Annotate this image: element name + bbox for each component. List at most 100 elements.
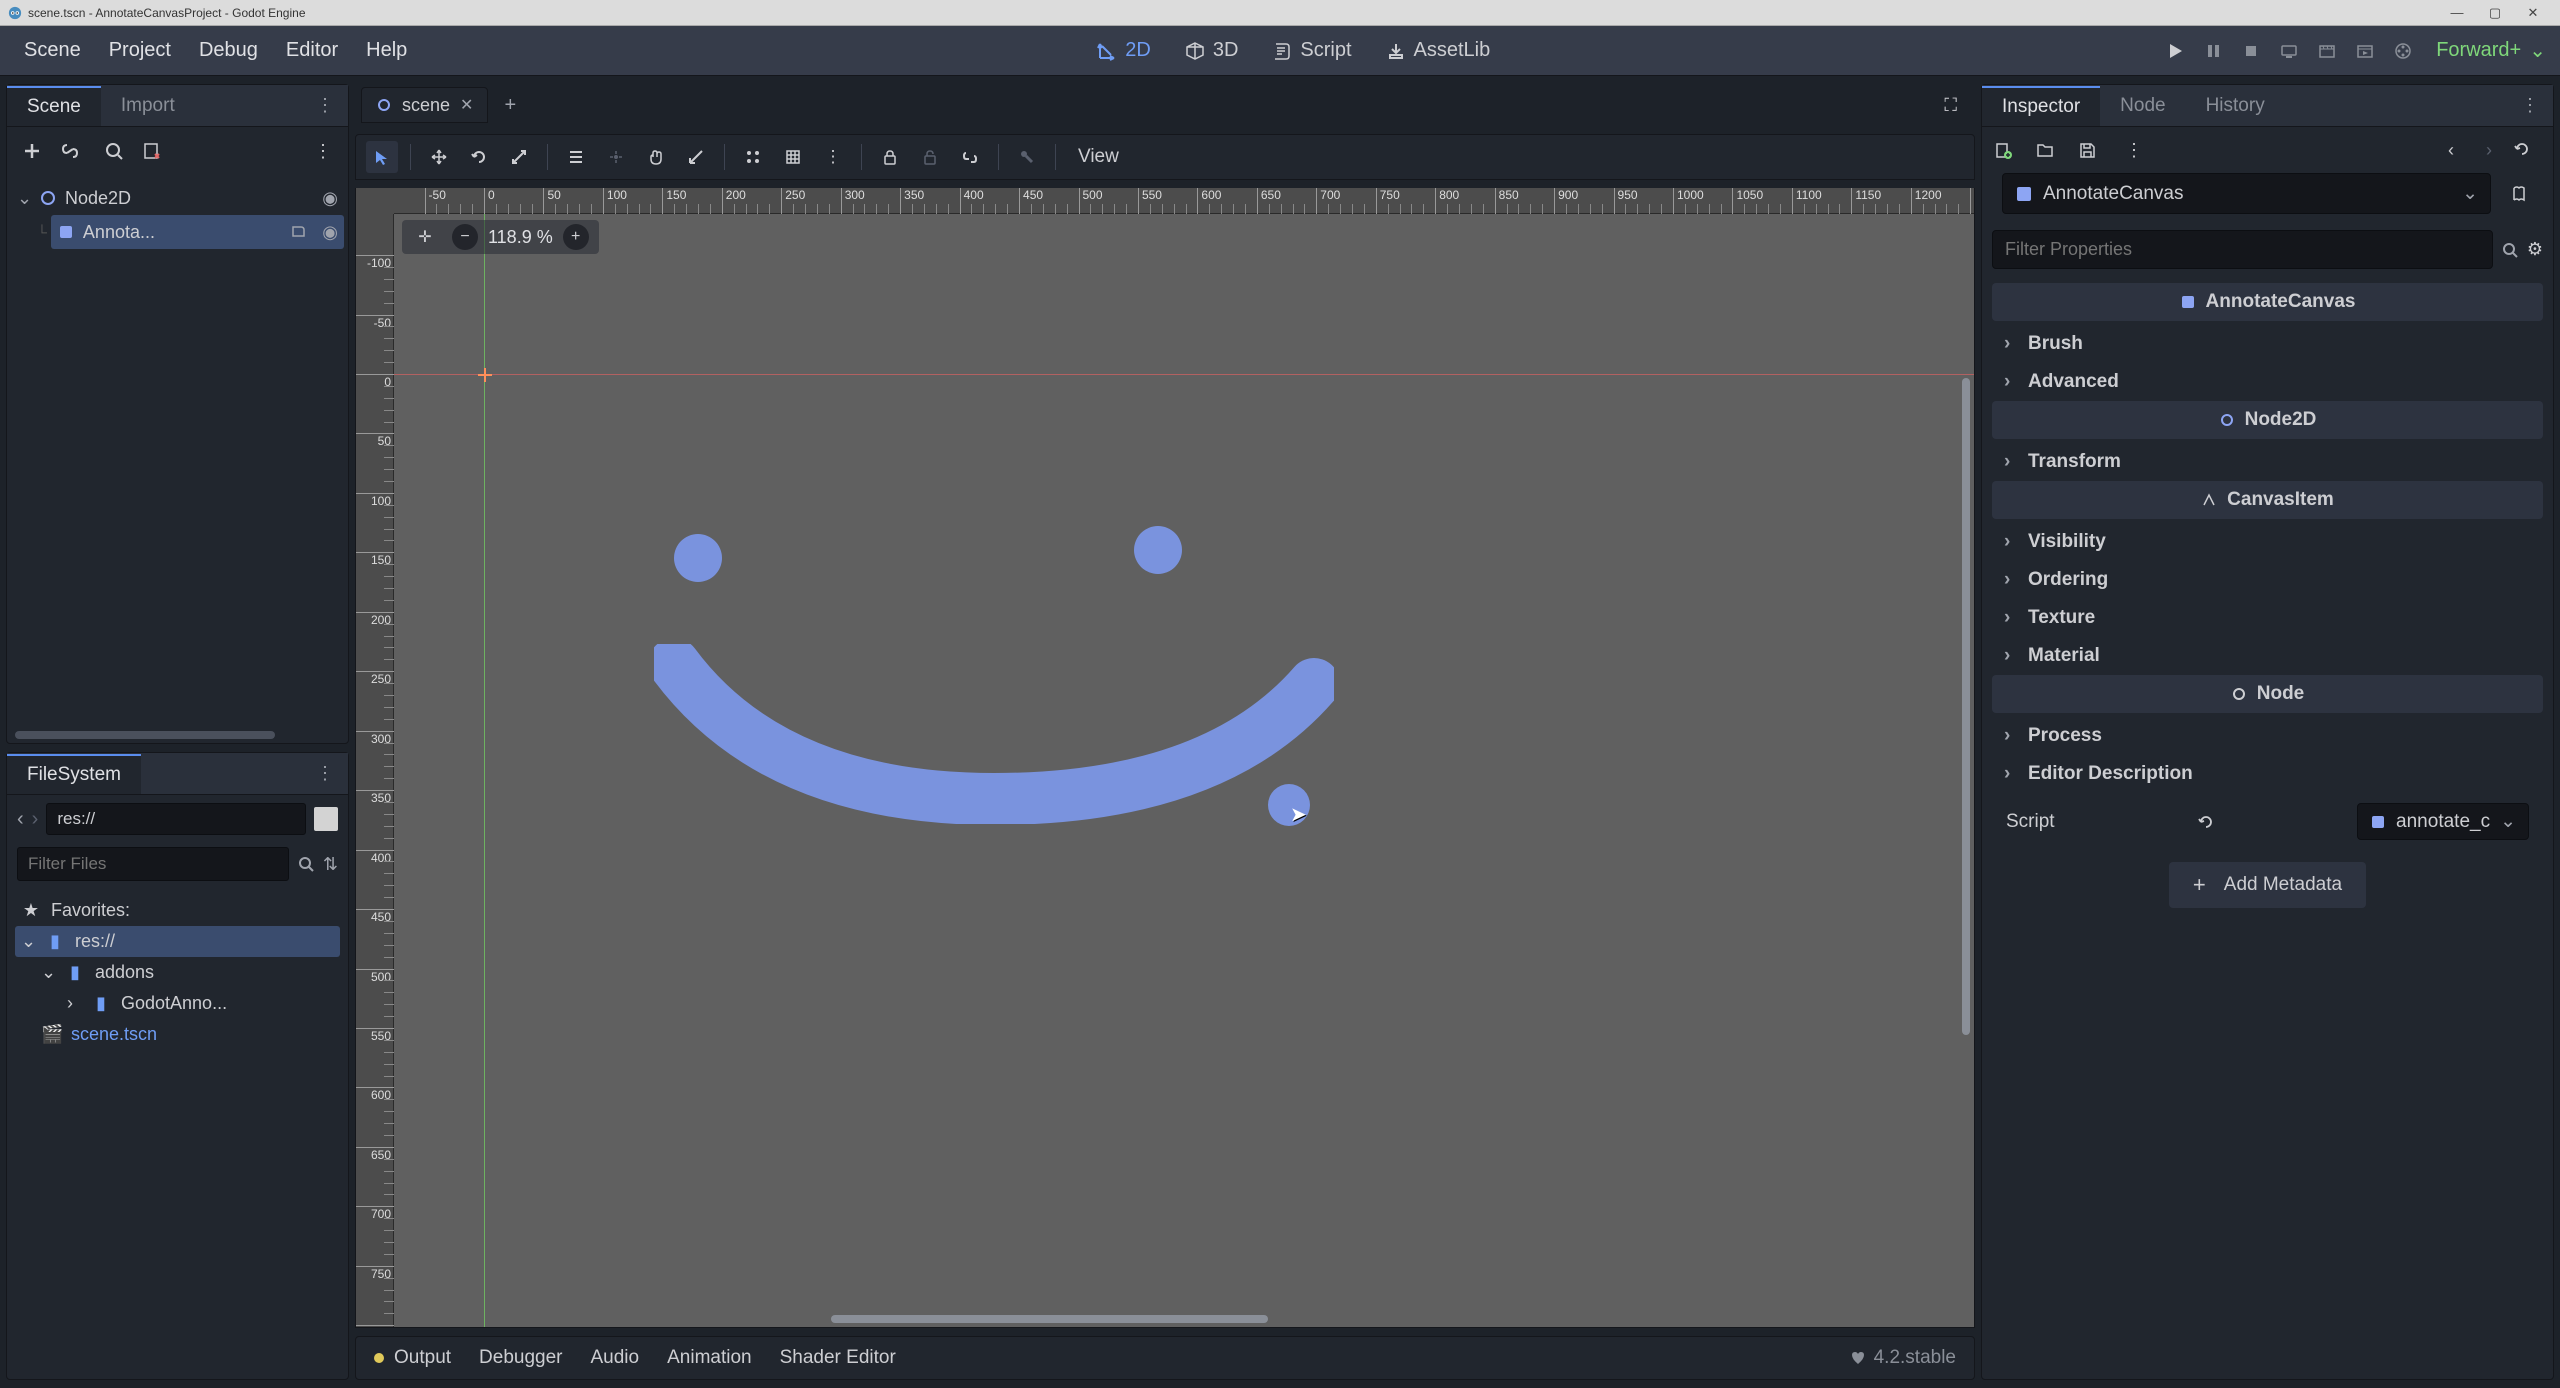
mode-assetlib-button[interactable]: AssetLib xyxy=(1378,35,1499,66)
scene-panel-kebab[interactable]: ⋮ xyxy=(308,136,338,166)
rotate-tool-button[interactable] xyxy=(463,141,495,173)
new-resource-button[interactable] xyxy=(1994,141,2022,159)
fs-favorites-header[interactable]: ★ Favorites: xyxy=(15,895,340,926)
close-tab-icon[interactable]: ✕ xyxy=(460,95,473,115)
view-menu-button[interactable]: View xyxy=(1068,146,1129,168)
scene-panel-menu[interactable]: ⋮ xyxy=(302,89,348,122)
list-select-button[interactable] xyxy=(560,141,592,173)
canvas-vscrollbar[interactable] xyxy=(1960,214,1972,1309)
scene-tree-scrollbar[interactable] xyxy=(15,731,275,739)
add-metadata-button[interactable]: + Add Metadata xyxy=(2169,862,2366,908)
inspector-object-selector[interactable]: AnnotateCanvas ⌄ xyxy=(2002,173,2491,214)
menu-scene[interactable]: Scene xyxy=(10,33,95,68)
history-tab[interactable]: History xyxy=(2186,87,2285,125)
menu-project[interactable]: Project xyxy=(95,33,185,68)
canvas-hscrollbar[interactable] xyxy=(394,1313,1954,1325)
script-attached-icon[interactable] xyxy=(290,224,306,240)
section-node2d[interactable]: Node2D xyxy=(1992,401,2543,439)
grid-snap-button[interactable] xyxy=(777,141,809,173)
play-button[interactable] xyxy=(2166,42,2190,60)
section-node[interactable]: Node xyxy=(1992,675,2543,713)
fs-path-field[interactable]: res:// xyxy=(46,803,306,835)
lock-button[interactable] xyxy=(874,141,906,173)
unlock-button[interactable] xyxy=(914,141,946,173)
renderer-dropdown[interactable]: Forward+ ⌄ xyxy=(2436,38,2550,63)
script-reset-button[interactable] xyxy=(2198,814,2214,830)
output-tab[interactable]: Output xyxy=(394,1347,451,1369)
tree-root-node[interactable]: ⌄ Node2D ◉ xyxy=(11,181,344,215)
inspector-extra-button[interactable]: ⋮ xyxy=(2120,140,2148,161)
play-custom-scene-button[interactable] xyxy=(2356,42,2380,60)
property-visibility[interactable]: ›Visibility xyxy=(1992,523,2543,561)
audio-tab[interactable]: Audio xyxy=(591,1347,640,1369)
pan-tool-button[interactable] xyxy=(640,141,672,173)
inspector-tab[interactable]: Inspector xyxy=(1982,86,2100,126)
load-resource-button[interactable] xyxy=(2036,141,2064,159)
filesystem-panel-menu[interactable]: ⋮ xyxy=(302,757,348,790)
zoom-center-button[interactable]: ✛ xyxy=(412,224,438,250)
section-canvasitem[interactable]: CanvasItem xyxy=(1992,481,2543,519)
property-brush[interactable]: ›Brush xyxy=(1992,325,2543,363)
tree-child-node[interactable]: Annota... ◉ xyxy=(51,215,344,249)
inspector-forward-button[interactable]: › xyxy=(2475,140,2503,161)
add-tab-button[interactable]: + xyxy=(492,88,528,123)
menu-editor[interactable]: Editor xyxy=(272,33,352,68)
smart-snap-button[interactable] xyxy=(737,141,769,173)
save-resource-button[interactable] xyxy=(2078,141,2106,159)
property-texture[interactable]: ›Texture xyxy=(1992,599,2543,637)
scene-tab[interactable]: Scene xyxy=(7,86,101,126)
select-tool-button[interactable] xyxy=(366,141,398,173)
fs-view-mode-button[interactable] xyxy=(314,807,338,831)
property-editor-description[interactable]: ›Editor Description xyxy=(1992,755,2543,793)
filter-properties-options[interactable]: ⚙ xyxy=(2527,239,2543,260)
viewport-scene-tab[interactable]: scene ✕ xyxy=(361,87,488,123)
viewport-canvas[interactable]: -500501001502002503003504004505005506006… xyxy=(355,188,1975,1328)
move-tool-button[interactable] xyxy=(423,141,455,173)
fs-back-button[interactable]: ‹ xyxy=(17,808,24,831)
section-annotatecanvas[interactable]: AnnotateCanvas xyxy=(1992,283,2543,321)
mode-3d-button[interactable]: 3D xyxy=(1177,35,1247,66)
fs-forward-button[interactable]: › xyxy=(32,808,39,831)
group-button[interactable] xyxy=(954,141,986,173)
window-minimize-button[interactable]: — xyxy=(2438,5,2476,20)
filesystem-tab[interactable]: FileSystem xyxy=(7,754,141,794)
pivot-tool-button[interactable] xyxy=(600,141,632,173)
fs-sort-button[interactable]: ⇅ xyxy=(323,854,338,875)
inspector-panel-menu[interactable]: ⋮ xyxy=(2507,89,2553,122)
open-docs-button[interactable] xyxy=(2509,184,2543,204)
scale-tool-button[interactable] xyxy=(503,141,535,173)
zoom-level-label[interactable]: 118.9 % xyxy=(488,227,553,248)
attach-script-button[interactable] xyxy=(99,136,129,166)
debugger-tab[interactable]: Debugger xyxy=(479,1347,562,1369)
filter-properties-input[interactable] xyxy=(1992,230,2493,269)
import-tab[interactable]: Import xyxy=(101,87,195,125)
snap-options-button[interactable]: ⋮ xyxy=(817,141,849,173)
property-advanced[interactable]: ›Advanced xyxy=(1992,363,2543,401)
property-ordering[interactable]: ›Ordering xyxy=(1992,561,2543,599)
shader-editor-tab[interactable]: Shader Editor xyxy=(780,1347,896,1369)
distraction-free-button[interactable]: ⛶ xyxy=(1932,89,1969,122)
zoom-in-button[interactable]: + xyxy=(563,224,589,250)
menu-debug[interactable]: Debug xyxy=(185,33,272,68)
visibility-toggle-icon[interactable]: ◉ xyxy=(322,222,338,243)
node-tab[interactable]: Node xyxy=(2100,87,2185,125)
mode-2d-button[interactable]: 2D xyxy=(1089,35,1159,66)
play-scene-button[interactable] xyxy=(2318,42,2342,60)
window-maximize-button[interactable]: ▢ xyxy=(2476,5,2514,21)
property-material[interactable]: ›Material xyxy=(1992,637,2543,675)
inspector-history-button[interactable] xyxy=(2513,140,2541,161)
menu-help[interactable]: Help xyxy=(352,33,421,68)
instance-scene-button[interactable] xyxy=(55,136,85,166)
inspector-back-button[interactable]: ‹ xyxy=(2437,140,2465,161)
movie-mode-button[interactable] xyxy=(2394,42,2418,60)
property-process[interactable]: ›Process xyxy=(1992,717,2543,755)
fs-godotanno-folder[interactable]: › ▮ GodotAnno... xyxy=(15,988,340,1019)
script-value-dropdown[interactable]: annotate_c ⌄ xyxy=(2357,803,2529,840)
fs-scene-file[interactable]: 🎬 scene.tscn xyxy=(15,1019,340,1050)
zoom-out-button[interactable]: − xyxy=(452,224,478,250)
animation-tab[interactable]: Animation xyxy=(667,1347,752,1369)
scene-tree-remote-button[interactable] xyxy=(137,136,167,166)
visibility-toggle-icon[interactable]: ◉ xyxy=(322,188,338,209)
add-node-button[interactable] xyxy=(17,136,47,166)
mode-script-button[interactable]: Script xyxy=(1264,35,1359,66)
